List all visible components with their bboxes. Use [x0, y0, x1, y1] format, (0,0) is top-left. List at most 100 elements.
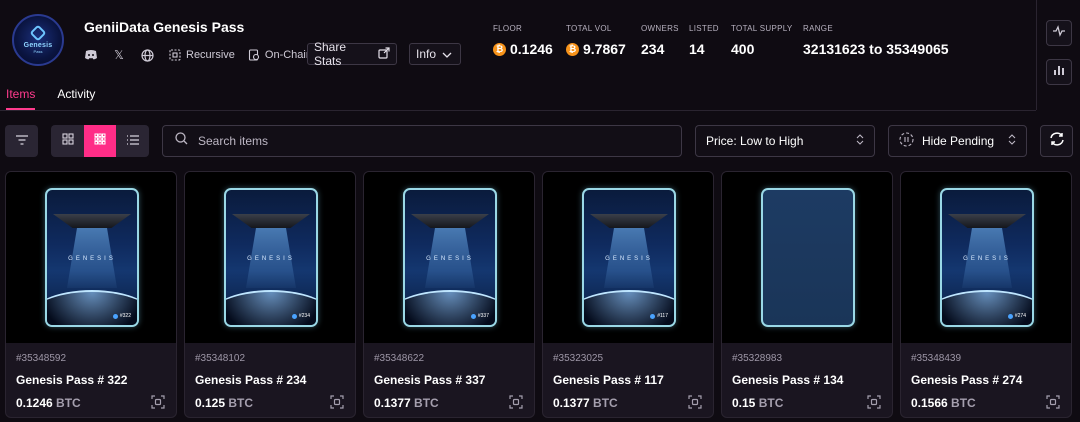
inspect-icon[interactable]	[509, 395, 523, 409]
item-card[interactable]: GENESIS #322 #35348592 Genesis Pass # 322 0.…	[5, 171, 177, 418]
bar-chart-button[interactable]	[1046, 59, 1072, 85]
item-name: Genesis Pass # 322	[16, 373, 128, 387]
genesis-pass-artwork	[761, 188, 855, 327]
discord-icon[interactable]	[84, 48, 98, 62]
grid-large-view-button[interactable]	[51, 125, 84, 157]
share-stats-button[interactable]: Share Stats	[307, 40, 397, 68]
pass-word: GENESIS	[426, 256, 474, 262]
item-inscription-number: #35348622	[374, 353, 425, 364]
pass-badge: #234	[291, 313, 310, 319]
pending-filter-value: Hide Pending	[922, 134, 995, 148]
filter-button[interactable]	[5, 125, 38, 157]
grid-3x3-icon	[94, 132, 106, 150]
pass-planet	[584, 290, 674, 325]
item-image[interactable]: GENESIS #322	[6, 172, 176, 343]
item-info: #35348622 Genesis Pass # 337 0.1377 BTC	[364, 343, 534, 417]
genesis-dot-icon	[1007, 313, 1013, 319]
item-price: 0.15 BTC	[732, 396, 783, 410]
search-input[interactable]	[198, 134, 658, 148]
stat-total-vol: TOTAL VOL ₿ 9.7867	[566, 24, 626, 57]
inspect-icon[interactable]	[330, 395, 344, 409]
stat-total-vol-value: 9.7867	[583, 41, 626, 57]
collection-header: Genesis Pass GeniiData Genesis Pass 𝕏 Re…	[0, 0, 1036, 110]
item-price-unit: BTC	[56, 396, 81, 410]
item-name: Genesis Pass # 274	[911, 373, 1023, 387]
item-card[interactable]: GENESIS #117 #35323025 Genesis Pass # 117 0.…	[542, 171, 714, 418]
pulse-icon	[1052, 24, 1066, 42]
item-card[interactable]: GENESIS #337 #35348622 Genesis Pass # 337 0.…	[363, 171, 535, 418]
item-price-value: 0.1377	[374, 396, 411, 410]
item-name: Genesis Pass # 134	[732, 373, 844, 387]
item-card[interactable]: GENESIS #234 #35348102 Genesis Pass # 234 0.…	[184, 171, 356, 418]
social-links: 𝕏 Recursive On-Chain	[84, 47, 324, 63]
stat-listed-label: LISTED	[689, 24, 719, 33]
item-image[interactable]: GENESIS #274	[901, 172, 1071, 343]
stat-total-supply: TOTAL SUPPLY 400	[731, 24, 793, 57]
item-card[interactable]: #35328983 Genesis Pass # 134 0.15 BTC	[721, 171, 893, 418]
pass-word: GENESIS	[247, 256, 295, 262]
list-view-button[interactable]	[116, 125, 149, 157]
tag-on-chain: On-Chain	[247, 48, 312, 62]
stat-floor-label: FLOOR	[493, 24, 523, 33]
x-twitter-icon[interactable]: 𝕏	[112, 48, 126, 62]
genesis-pass-artwork: GENESIS #322	[45, 188, 139, 327]
item-price-unit: BTC	[951, 396, 976, 410]
stat-listed: LISTED 14	[689, 24, 719, 57]
stat-listed-value: 14	[689, 41, 705, 57]
share-icon	[378, 46, 390, 62]
pass-word: GENESIS	[963, 256, 1011, 262]
inspect-icon[interactable]	[151, 395, 165, 409]
item-price-value: 0.1377	[553, 396, 590, 410]
refresh-icon	[1049, 131, 1065, 151]
tab-items[interactable]: Items	[6, 84, 36, 110]
genesis-dot-icon	[470, 313, 476, 319]
inspect-icon[interactable]	[1046, 395, 1060, 409]
stat-total-supply-label: TOTAL SUPPLY	[731, 24, 793, 33]
sort-select-value: Price: Low to High	[706, 134, 804, 148]
item-inscription-number: #35348102	[195, 353, 246, 364]
item-price-unit: BTC	[758, 396, 784, 410]
item-price-value: 0.1246	[16, 396, 53, 410]
select-arrows-icon	[856, 134, 864, 148]
pass-badge-number: #322	[119, 313, 131, 319]
stat-owners: OWNERS 234	[641, 24, 679, 57]
item-price: 0.125 BTC	[195, 396, 253, 410]
genesis-dot-icon	[291, 313, 297, 319]
item-image[interactable]: GENESIS #337	[364, 172, 534, 343]
grid-small-view-button[interactable]	[84, 125, 116, 157]
item-inscription-number: #35328983	[732, 353, 783, 364]
bar-chart-icon	[1053, 63, 1065, 81]
globe-icon[interactable]	[140, 48, 154, 62]
refresh-button[interactable]	[1040, 125, 1073, 157]
info-dropdown-button[interactable]: Info	[409, 43, 461, 65]
pass-planet	[942, 290, 1032, 325]
page: Genesis Pass GeniiData Genesis Pass 𝕏 Re…	[0, 0, 1080, 422]
grid-2x2-icon	[61, 132, 74, 150]
stat-total-supply-value: 400	[731, 41, 755, 57]
item-price: 0.1377 BTC	[374, 396, 439, 410]
inspect-icon[interactable]	[688, 395, 702, 409]
stat-range: RANGE 32131623 to 35349065	[803, 24, 949, 57]
avatar-text: Genesis	[23, 41, 53, 49]
item-card[interactable]: GENESIS #274 #35348439 Genesis Pass # 274 0.…	[900, 171, 1072, 418]
genesis-logo-icon	[29, 24, 47, 41]
pass-plate	[948, 214, 1026, 228]
stat-range-label: RANGE	[803, 24, 833, 33]
item-inscription-number: #35323025	[553, 353, 604, 364]
pending-filter-select[interactable]: Hide Pending	[888, 125, 1027, 157]
search-box	[162, 125, 682, 157]
pass-badge-number: #234	[298, 313, 310, 319]
activity-chart-button[interactable]	[1046, 20, 1072, 46]
tab-activity[interactable]: Activity	[57, 84, 95, 110]
collection-avatar: Genesis Pass	[12, 14, 64, 66]
item-info: #35348102 Genesis Pass # 234 0.125 BTC	[185, 343, 355, 417]
sort-select[interactable]: Price: Low to High	[695, 125, 875, 157]
inspect-icon[interactable]	[867, 395, 881, 409]
item-image[interactable]: GENESIS #234	[185, 172, 355, 343]
item-price: 0.1377 BTC	[553, 396, 618, 410]
item-price-value: 0.125	[195, 396, 226, 410]
item-inscription-number: #35348592	[16, 353, 67, 364]
item-info: #35323025 Genesis Pass # 117 0.1377 BTC	[543, 343, 713, 417]
item-image[interactable]	[722, 172, 892, 343]
item-image[interactable]: GENESIS #117	[543, 172, 713, 343]
